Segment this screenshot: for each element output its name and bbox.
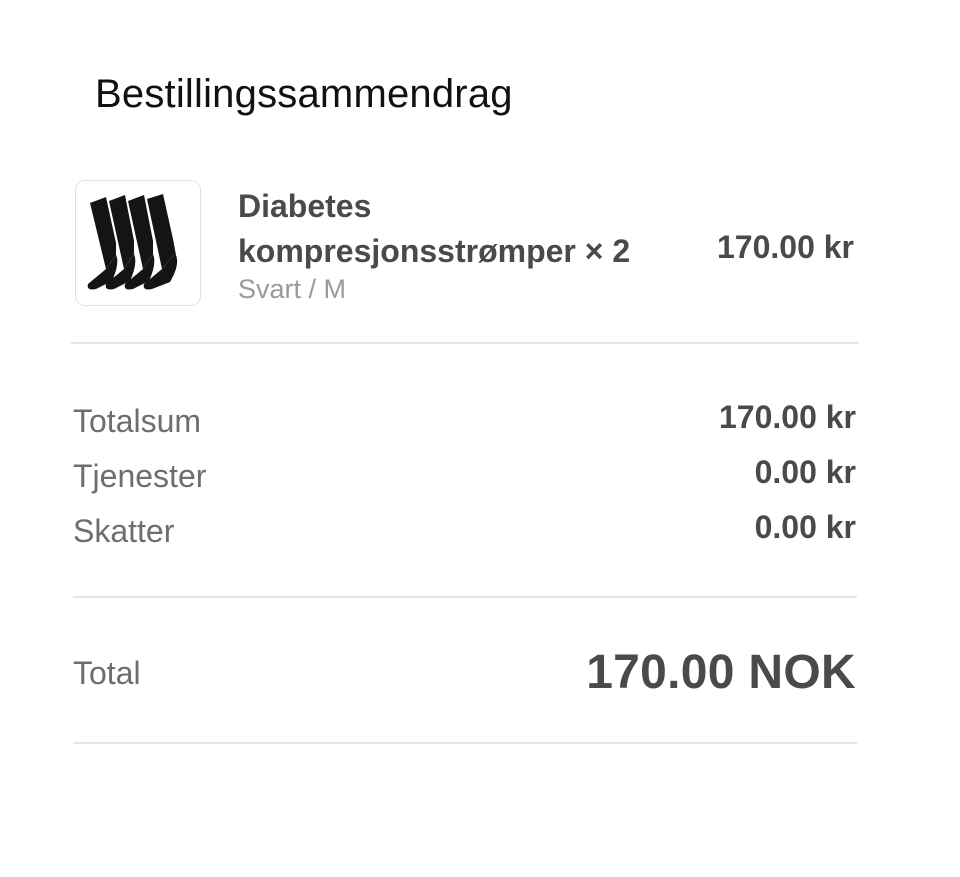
summary-label-subtotal: Totalsum (73, 403, 202, 439)
summary-value-taxes: 0.00 kr (754, 509, 856, 545)
line-item: Diabetes kompresjonsstrømper × 2 Svart /… (75, 180, 857, 310)
sock-product-image (87, 194, 178, 290)
divider (71, 342, 859, 344)
summary-label-taxes: Skatter (73, 513, 175, 549)
item-name: Diabetes kompresjonsstrømper × 2 (238, 188, 631, 269)
item-price: 170.00 kr (716, 229, 854, 265)
summary-value-services: 0.00 kr (754, 454, 856, 490)
total-value: 170.00 NOK (586, 646, 856, 699)
product-thumbnail (75, 180, 201, 306)
summary-label-services: Tjenester (73, 458, 207, 494)
page-title: Bestillingssammendrag (95, 72, 513, 116)
item-variant: Svart / M (238, 274, 347, 304)
divider (73, 596, 857, 598)
total-label: Total (73, 655, 141, 691)
summary-value-subtotal: 170.00 kr (718, 399, 856, 435)
divider (73, 742, 857, 744)
